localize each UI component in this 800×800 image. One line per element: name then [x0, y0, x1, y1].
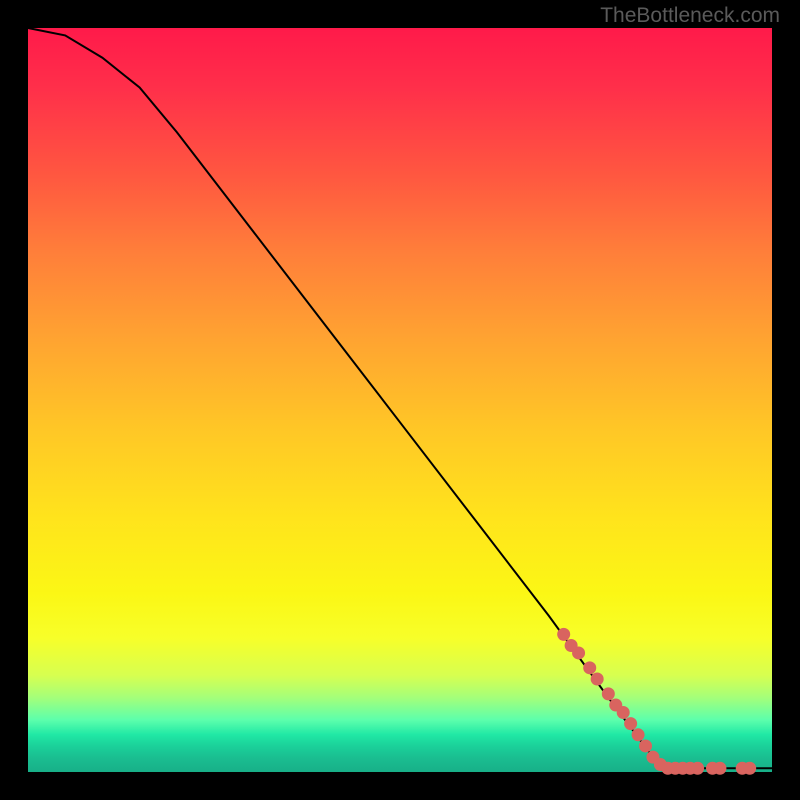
chart-marker [572, 646, 585, 659]
chart-line [28, 28, 772, 768]
chart-marker [583, 661, 596, 674]
chart-marker [591, 673, 604, 686]
chart-marker [617, 706, 630, 719]
chart-svg [28, 28, 772, 772]
chart-marker [639, 739, 652, 752]
chart-plot-area [28, 28, 772, 772]
chart-marker [602, 687, 615, 700]
chart-markers [557, 628, 756, 775]
watermark-text: TheBottleneck.com [600, 4, 780, 28]
chart-marker [713, 762, 726, 775]
chart-marker [743, 762, 756, 775]
chart-marker [632, 728, 645, 741]
chart-marker [557, 628, 570, 641]
chart-marker [624, 717, 637, 730]
chart-marker [691, 762, 704, 775]
